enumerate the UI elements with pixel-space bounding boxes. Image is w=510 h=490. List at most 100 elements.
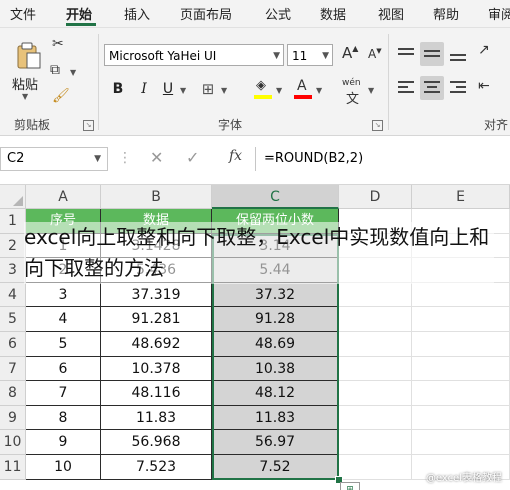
- tab-page-layout[interactable]: 页面布局: [180, 4, 232, 23]
- cell-b4[interactable]: 37.319: [101, 282, 212, 308]
- underline-button[interactable]: U: [160, 78, 176, 100]
- cut-icon[interactable]: ✂: [52, 36, 64, 52]
- phonetic-button[interactable]: wén: [342, 78, 361, 88]
- cell-c5[interactable]: 91.28: [212, 307, 339, 332]
- cell-c8[interactable]: 48.12: [212, 381, 339, 406]
- indent-icon[interactable]: ⇤: [478, 78, 490, 94]
- cell-b7[interactable]: 10.378: [101, 356, 212, 382]
- row-header-7[interactable]: 7: [0, 356, 26, 382]
- row-header-6[interactable]: 6: [0, 332, 26, 357]
- cell-a7[interactable]: 6: [26, 356, 101, 382]
- decrease-font-button[interactable]: A▼: [368, 47, 382, 61]
- tab-data[interactable]: 数据: [320, 4, 346, 23]
- font-launcher-icon[interactable]: ↘: [372, 120, 383, 131]
- row-header-3[interactable]: 3: [0, 258, 26, 283]
- copy-dropdown-icon[interactable]: ▼: [70, 68, 76, 77]
- cell-c6[interactable]: 48.69: [212, 332, 339, 357]
- cell-a5[interactable]: 4: [26, 307, 101, 332]
- cell-d7[interactable]: [339, 356, 412, 382]
- paste-button[interactable]: 粘贴 ▼: [4, 32, 48, 110]
- row-header-9[interactable]: 9: [0, 405, 26, 431]
- cancel-icon[interactable]: ✕: [150, 148, 163, 167]
- cell-d11[interactable]: [339, 455, 412, 480]
- borders-dropdown-icon[interactable]: ▼: [221, 86, 227, 95]
- cell-d8[interactable]: [339, 381, 412, 406]
- align-center-button[interactable]: [420, 76, 444, 100]
- italic-button[interactable]: I: [136, 78, 152, 100]
- cell-c4[interactable]: 37.32: [212, 282, 339, 308]
- bold-button[interactable]: B: [110, 78, 126, 100]
- column-header-a[interactable]: A: [26, 185, 101, 209]
- clipboard-launcher-icon[interactable]: ↘: [83, 120, 94, 131]
- cell-c10[interactable]: 56.97: [212, 430, 339, 455]
- cell-e9[interactable]: [412, 405, 510, 431]
- cell-e10[interactable]: [412, 430, 510, 455]
- fill-color-dropdown-icon[interactable]: ▼: [276, 86, 282, 95]
- cell-d6[interactable]: [339, 332, 412, 357]
- name-box[interactable]: C2 ▼: [0, 147, 108, 171]
- tab-view[interactable]: 视图: [378, 4, 404, 23]
- align-bottom-button[interactable]: [446, 42, 470, 66]
- row-header-5[interactable]: 5: [0, 307, 26, 332]
- cell-e5[interactable]: [412, 307, 510, 332]
- cell-d9[interactable]: [339, 405, 412, 431]
- chevron-down-icon[interactable]: ▼: [94, 148, 101, 170]
- cell-e6[interactable]: [412, 332, 510, 357]
- underline-dropdown-icon[interactable]: ▼: [180, 86, 186, 95]
- tab-review[interactable]: 审阅: [488, 4, 510, 23]
- column-header-c[interactable]: C: [212, 185, 339, 209]
- format-painter-icon[interactable]: 🖌: [52, 88, 70, 104]
- cell-b11[interactable]: 7.523: [101, 455, 212, 480]
- quick-analysis-icon[interactable]: ⊞: [340, 481, 360, 490]
- cell-e7[interactable]: [412, 356, 510, 382]
- align-middle-button[interactable]: [420, 42, 444, 66]
- cell-a4[interactable]: 3: [26, 282, 101, 308]
- cell-a8[interactable]: 7: [26, 381, 101, 406]
- cell-b5[interactable]: 91.281: [101, 307, 212, 332]
- align-right-button[interactable]: [446, 76, 470, 100]
- align-top-button[interactable]: [394, 42, 418, 66]
- column-header-e[interactable]: E: [412, 185, 510, 209]
- cell-c7[interactable]: 10.38: [212, 356, 339, 382]
- cell-b6[interactable]: 48.692: [101, 332, 212, 357]
- cell-d10[interactable]: [339, 430, 412, 455]
- cell-d4[interactable]: [339, 282, 412, 308]
- tab-formulas[interactable]: 公式: [265, 4, 291, 23]
- enter-icon[interactable]: ✓: [186, 148, 199, 167]
- tab-home[interactable]: 开始: [66, 4, 92, 23]
- cell-e8[interactable]: [412, 381, 510, 406]
- cell-a9[interactable]: 8: [26, 405, 101, 431]
- row-header-1[interactable]: 1: [0, 209, 26, 234]
- cell-a10[interactable]: 9: [26, 430, 101, 455]
- increase-font-button[interactable]: A▲: [342, 44, 358, 62]
- phonetic-dropdown-icon[interactable]: ▼: [368, 86, 374, 95]
- tab-help[interactable]: 帮助: [433, 4, 459, 23]
- formula-input[interactable]: =ROUND(B2,2): [255, 147, 510, 171]
- font-color-dropdown-icon[interactable]: ▼: [316, 86, 322, 95]
- insert-function-icon[interactable]: fx: [229, 148, 242, 164]
- cell-a11[interactable]: 10: [26, 455, 101, 480]
- row-header-10[interactable]: 10: [0, 430, 26, 455]
- resize-handle-icon[interactable]: ⋮: [118, 150, 132, 166]
- chevron-down-icon[interactable]: ▼: [273, 45, 280, 67]
- cell-b9[interactable]: 11.83: [101, 405, 212, 431]
- cell-c11[interactable]: 7.52: [212, 455, 339, 480]
- column-header-d[interactable]: D: [339, 185, 412, 209]
- chevron-down-icon[interactable]: ▼: [322, 45, 329, 67]
- row-header-2[interactable]: 2: [0, 233, 26, 259]
- paste-dropdown-icon[interactable]: ▼: [22, 92, 28, 101]
- row-header-11[interactable]: 11: [0, 455, 26, 480]
- fill-color-button[interactable]: ◈: [254, 78, 272, 100]
- orientation-icon[interactable]: ↗: [478, 42, 490, 58]
- row-header-4[interactable]: 4: [0, 282, 26, 308]
- cell-d5[interactable]: [339, 307, 412, 332]
- font-size-box[interactable]: 11 ▼: [287, 44, 333, 66]
- tab-insert[interactable]: 插入: [124, 4, 150, 23]
- copy-icon[interactable]: ⧉: [50, 62, 60, 78]
- cell-b8[interactable]: 48.116: [101, 381, 212, 406]
- align-left-button[interactable]: [394, 76, 418, 100]
- borders-icon[interactable]: ⊞: [198, 78, 218, 100]
- tab-file[interactable]: 文件: [10, 4, 36, 23]
- font-name-box[interactable]: Microsoft YaHei UI ▼: [104, 44, 284, 66]
- cell-b10[interactable]: 56.968: [101, 430, 212, 455]
